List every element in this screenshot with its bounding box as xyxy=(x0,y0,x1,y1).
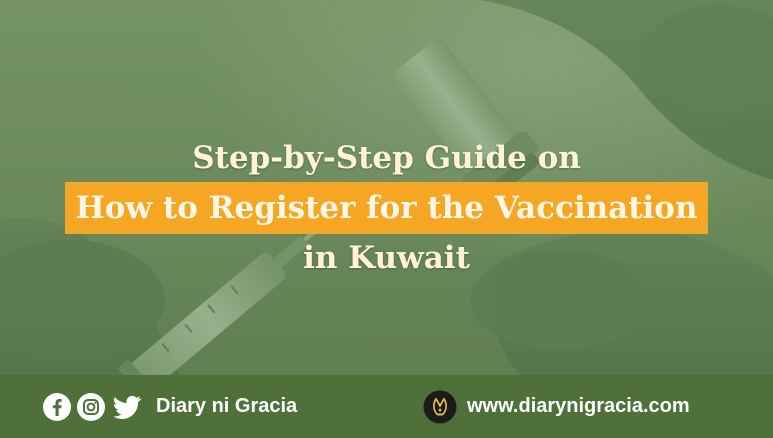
title-block: Step-by-Step Guide on How to Register fo… xyxy=(0,138,773,278)
social-icons xyxy=(42,392,148,422)
banner: Step-by-Step Guide on How to Register fo… xyxy=(0,0,773,438)
title-line-1: Step-by-Step Guide on xyxy=(192,140,581,176)
twitter-icon[interactable] xyxy=(110,392,144,422)
footer-bar: Diary ni Gracia www.diarynigracia.com xyxy=(0,375,773,438)
title-line-2-highlighted: How to Register for the Vaccination xyxy=(65,182,708,234)
title-highlight-row: How to Register for the Vaccination xyxy=(0,182,773,234)
brand-name[interactable]: Diary ni Gracia xyxy=(156,375,297,438)
brand-logo-icon xyxy=(423,390,457,424)
hero-image: Step-by-Step Guide on How to Register fo… xyxy=(0,0,773,375)
title-line-3: in Kuwait xyxy=(303,240,470,276)
website-link[interactable]: www.diarynigracia.com xyxy=(467,375,690,438)
facebook-icon[interactable] xyxy=(42,392,72,422)
instagram-icon[interactable] xyxy=(76,392,106,422)
